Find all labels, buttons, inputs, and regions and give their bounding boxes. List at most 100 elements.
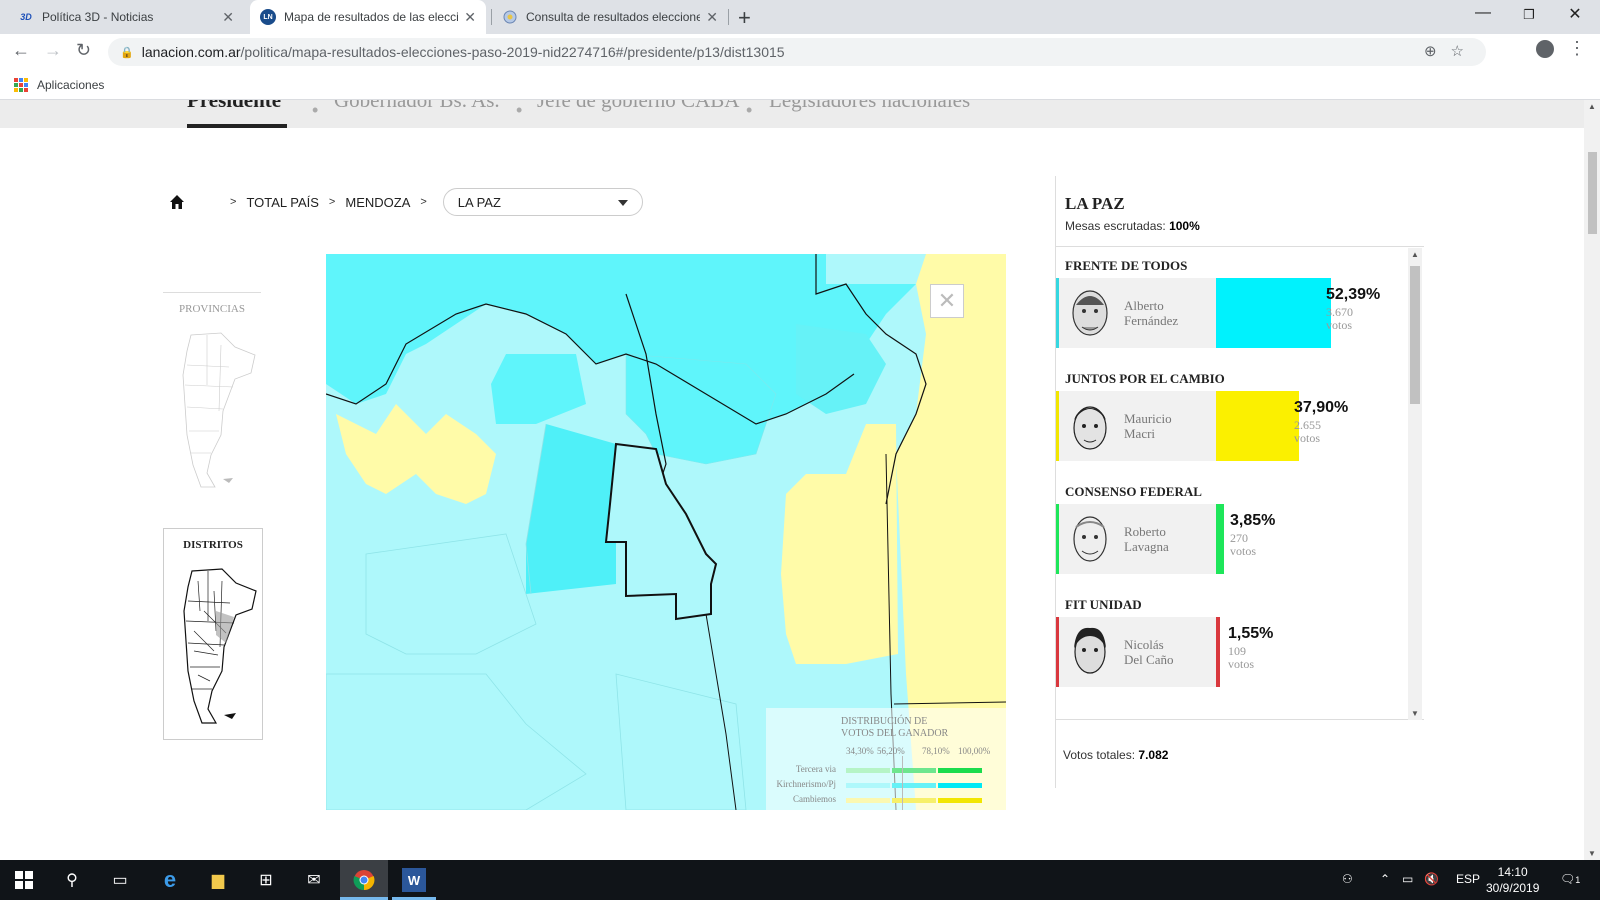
vote-share-bar: [1216, 391, 1299, 461]
subnav-presidente[interactable]: Presidente: [187, 100, 281, 113]
lock-icon: 🔒: [120, 46, 134, 59]
legend-tick: 78,10%: [922, 746, 950, 756]
close-icon[interactable]: ✕: [464, 9, 476, 26]
new-tab-icon[interactable]: +: [738, 5, 751, 31]
subnav-jefe-gobierno[interactable]: Jefe de gobierno CABA: [537, 100, 739, 113]
vote-label: votos: [1326, 318, 1353, 332]
close-window-icon[interactable]: ✕: [1552, 4, 1598, 24]
party-accent: [1056, 391, 1059, 461]
task-view-icon[interactable]: ▭: [108, 868, 132, 892]
vote-count: 3.670 votos: [1326, 306, 1386, 332]
party-accent: [1056, 278, 1059, 348]
candidate-list-scrollbar[interactable]: ▲ ▼: [1408, 248, 1422, 720]
seal-favicon: [502, 9, 518, 25]
file-explorer-icon[interactable]: ▆: [206, 868, 230, 892]
windows-start-icon[interactable]: [12, 868, 36, 892]
legend-row-label: Kirchnerismo/Pj: [776, 779, 837, 789]
candidate-row: FIT UNIDAD Nicolás Del Caño 1,55% 109 voto…: [1056, 587, 1406, 699]
politica3d-favicon: 3D: [20, 12, 32, 22]
browser-tabbar: 3D Política 3D - Noticias ✕ LN Mapa de r…: [0, 0, 1600, 34]
restore-icon[interactable]: ❐: [1506, 7, 1552, 23]
store-icon[interactable]: ⊞: [254, 868, 278, 892]
bookmark-aplicaciones[interactable]: Aplicaciones: [37, 78, 104, 92]
profile-avatar-icon[interactable]: [1536, 40, 1554, 58]
vote-number: 3.670: [1326, 305, 1353, 319]
party-accent: [1056, 617, 1059, 687]
people-icon[interactable]: ⚇: [1342, 872, 1353, 886]
tab-consulta-resultados[interactable]: Consulta de resultados eleccione ✕: [492, 0, 728, 34]
page-scrollbar[interactable]: ▲ ▼: [1584, 100, 1600, 860]
url-path: /politica/mapa-resultados-elecciones-pas…: [240, 44, 785, 60]
menu-dots-icon[interactable]: ⋮: [1568, 38, 1586, 59]
forward-icon[interactable]: →: [44, 40, 62, 61]
party-name: FIT UNIDAD: [1065, 597, 1142, 612]
legend-tick: 56,20%: [877, 746, 905, 756]
candidate-portrait: [1073, 516, 1107, 562]
page-content: • Presidente Gobernador Bs. As. • Jefe d…: [0, 100, 1584, 860]
mail-icon[interactable]: ✉: [302, 868, 326, 892]
legend-swatch: [846, 783, 890, 788]
url-host: lanacion.com.ar: [141, 44, 241, 60]
vote-count: 2.655 votos: [1294, 419, 1354, 445]
chrome-icon[interactable]: [352, 868, 376, 892]
search-icon[interactable]: ⚲: [60, 868, 84, 892]
minimize-icon[interactable]: —: [1460, 4, 1506, 22]
volume-muted-icon[interactable]: 🔇: [1424, 872, 1439, 886]
bullet: •: [516, 100, 523, 120]
subnav-gobernador[interactable]: Gobernador Bs. As.: [334, 100, 500, 113]
address-bar[interactable]: 🔒 lanacion.com.ar/politica/mapa-resultad…: [108, 38, 1486, 66]
chevron-down-icon: [617, 200, 628, 206]
bullet: •: [746, 100, 753, 120]
vote-count: 270 votos: [1230, 532, 1290, 558]
candidate-last-name: Del Caño: [1124, 652, 1174, 667]
active-tab-underline: [187, 124, 287, 128]
close-icon[interactable]: ✕: [930, 284, 964, 318]
bullet: •: [312, 100, 319, 120]
language-indicator[interactable]: ESP: [1456, 872, 1480, 886]
clock-time: 14:10: [1497, 865, 1528, 879]
mini-map-label: PROVINCIAS: [178, 303, 245, 315]
breadcrumb-total-pais[interactable]: TOTAL PAÍS: [246, 195, 318, 210]
candidate-list[interactable]: FRENTE DE TODOS Alberto Fernández 52,39% …: [1056, 248, 1424, 720]
back-icon[interactable]: ←: [12, 40, 30, 61]
results-map[interactable]: ✕ DISTRIBUCIÓN DE VOTOS DEL GANADOR 34,30…: [326, 254, 1006, 810]
network-icon[interactable]: ▭: [1402, 872, 1413, 886]
party-accent: [1056, 504, 1059, 574]
vote-number: 109: [1228, 644, 1246, 658]
scroll-thumb[interactable]: [1410, 266, 1420, 404]
install-icon[interactable]: ⊕: [1424, 43, 1451, 60]
results-panel: LA PAZ Mesas escrutadas: 100% FRENTE DE …: [1055, 176, 1424, 788]
system-clock[interactable]: 14:10 30/9/2019: [1486, 864, 1539, 896]
home-icon[interactable]: [168, 193, 186, 211]
edge-icon[interactable]: e: [158, 867, 182, 892]
notifications-icon[interactable]: 🗨1: [1560, 872, 1580, 886]
word-icon[interactable]: W: [402, 868, 426, 892]
legend-swatch: [892, 768, 936, 773]
district-dropdown[interactable]: LA PAZ: [442, 188, 643, 216]
legend-marker-line: [902, 756, 903, 810]
close-icon[interactable]: ✕: [706, 9, 718, 26]
mesas-label: Mesas escrutadas:: [1065, 219, 1166, 233]
scroll-down-icon[interactable]: ▼: [1411, 709, 1419, 718]
legend-swatch: [892, 783, 936, 788]
scroll-up-icon[interactable]: ▲: [1411, 250, 1419, 259]
chevron-up-icon[interactable]: ⌃: [1380, 872, 1390, 886]
breadcrumb-mendoza[interactable]: MENDOZA: [345, 195, 410, 210]
vote-share-bar: [1216, 278, 1331, 348]
breadcrumb-separator: >: [230, 196, 237, 208]
scroll-down-icon[interactable]: ▼: [1588, 849, 1596, 858]
tab-politica-3d[interactable]: 3D Política 3D - Noticias ✕: [8, 0, 244, 34]
mini-map-distritos[interactable]: DISTRITOS: [163, 528, 263, 740]
vote-number: 270: [1230, 531, 1248, 545]
scroll-up-icon[interactable]: ▲: [1588, 102, 1596, 111]
reload-icon[interactable]: ↻: [76, 40, 91, 61]
close-icon[interactable]: ✕: [222, 9, 234, 26]
subnav-legisladores[interactable]: Legisladores nacionales: [769, 100, 970, 113]
apps-grid-icon[interactable]: [14, 77, 28, 92]
mesas-value: 100%: [1169, 219, 1200, 233]
mini-map-provincias[interactable]: PROVINCIAS: [163, 292, 261, 492]
breadcrumb-separator: >: [420, 196, 427, 208]
page-scroll-thumb[interactable]: [1588, 152, 1597, 234]
tab-mapa-resultados[interactable]: LN Mapa de resultados de las elecci ✕: [250, 0, 486, 34]
bookmark-star-icon[interactable]: ☆: [1451, 43, 1478, 60]
